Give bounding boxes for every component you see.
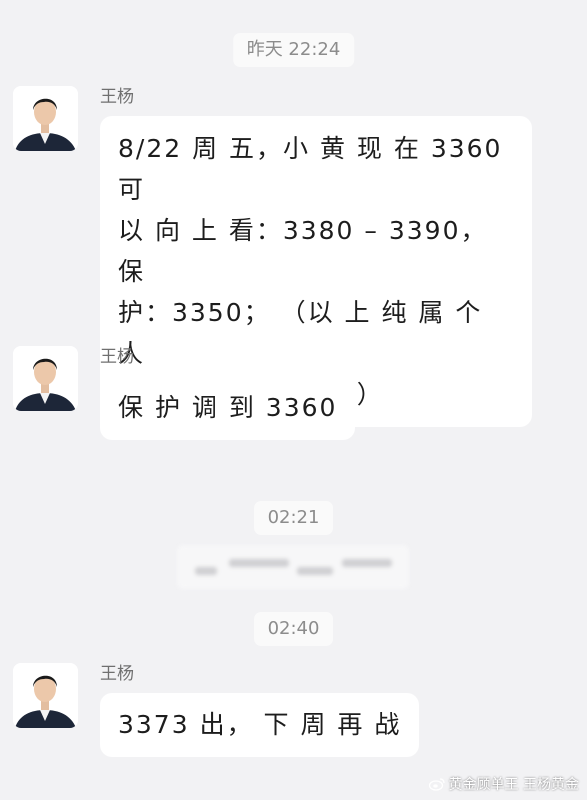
person-avatar-icon [13,663,78,728]
timestamp-text: 02:40 [267,618,320,639]
avatar[interactable] [13,663,78,728]
message-text: 保 护 调 到 3360 [118,393,338,422]
watermark-text: 黄金顾单王 王杨黄金 [448,777,579,793]
avatar[interactable] [13,346,78,411]
timestamp-text: 02:21 [267,507,320,528]
message-line: 8/22 周 五，小 黄 现 在 3360 可 [118,134,503,204]
message-text: 3373 出， 下 周 再 战 [118,710,402,739]
timestamp-pill: 昨天 22:24 [232,33,355,67]
message-line: 护：3350； （以 上 纯 属 个 人 [118,298,483,368]
weibo-icon [428,778,445,791]
message-bubble[interactable]: 3373 出， 下 周 再 战 [100,693,420,757]
avatar[interactable] [13,86,78,151]
timestamp-pill: 02:21 [253,501,334,535]
watermark: 黄金顾单王 王杨黄金 [428,774,579,794]
sender-name: 王杨 [100,664,134,684]
timestamp-text: 昨天 22:24 [246,39,341,60]
message-bubble[interactable]: 保 护 调 到 3360 [100,376,356,440]
person-avatar-icon [13,86,78,151]
redacted-message [177,545,409,589]
person-avatar-icon [13,346,78,411]
sender-name: 王杨 [100,347,134,367]
sender-name: 王杨 [100,87,134,107]
message-line: 以 向 上 看：3380 – 3390，保 [118,216,488,286]
timestamp-pill: 02:40 [253,612,334,646]
